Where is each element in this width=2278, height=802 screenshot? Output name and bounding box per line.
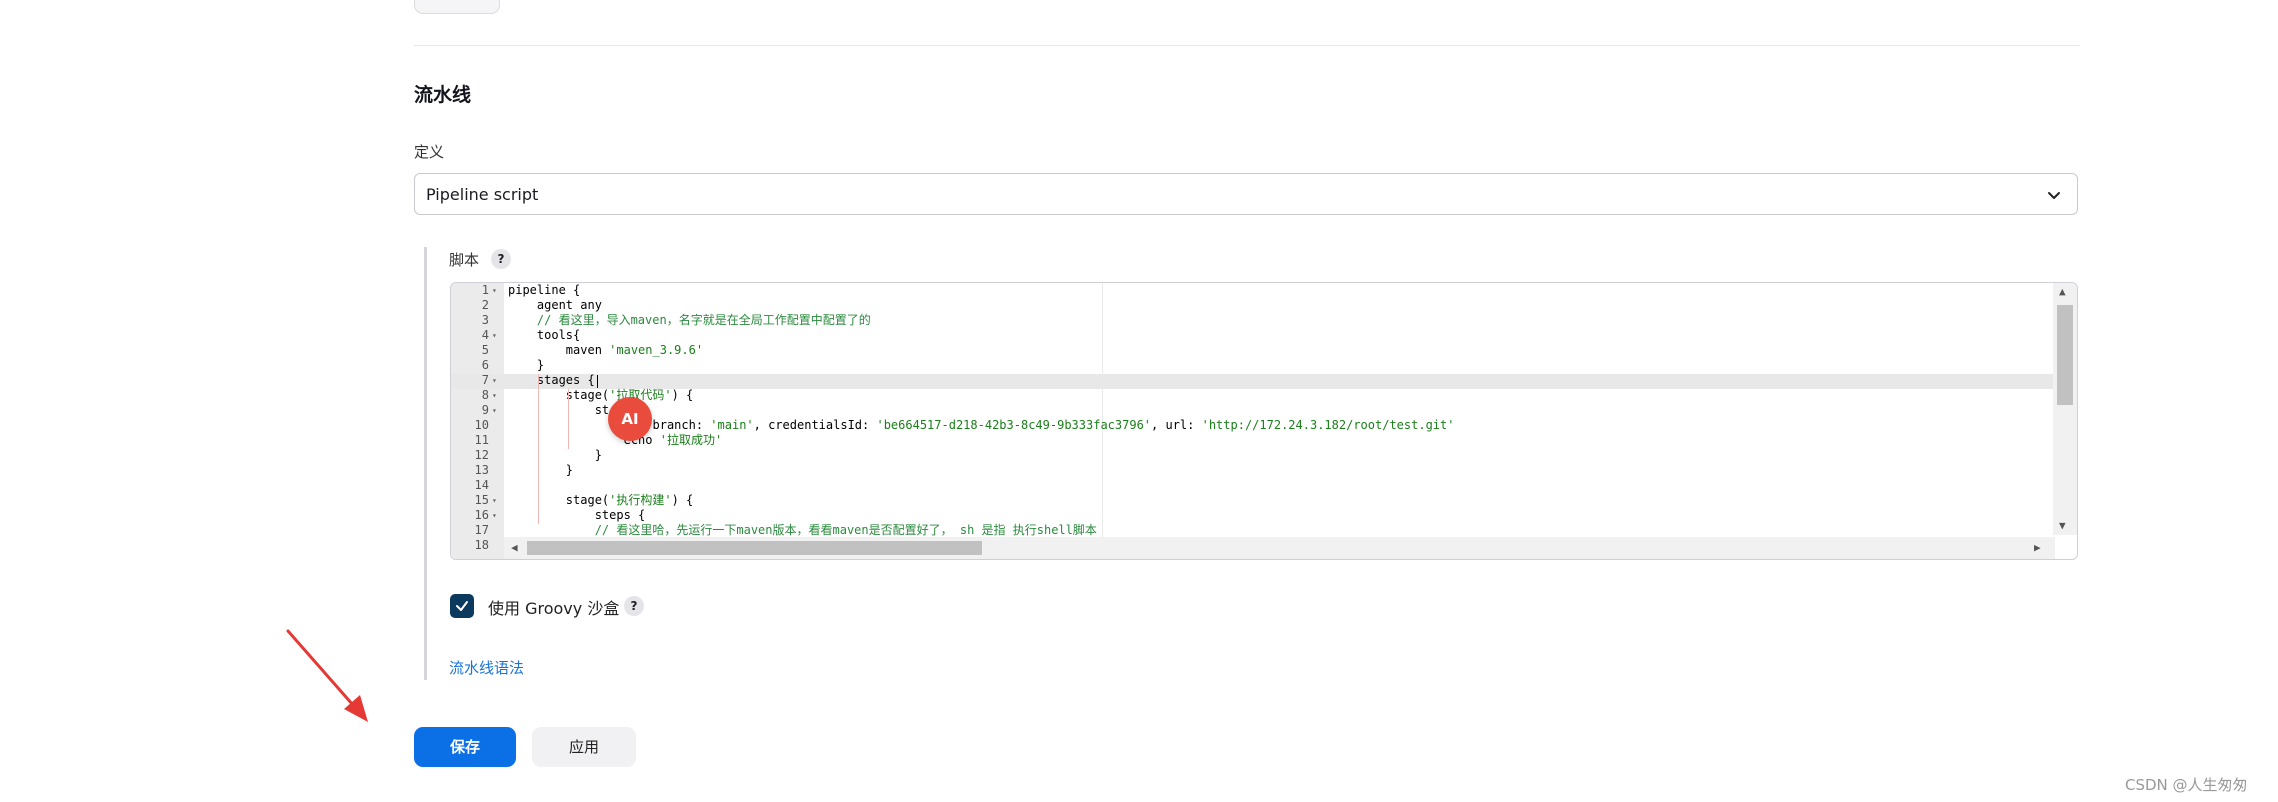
code-text: } <box>508 358 545 372</box>
code-text: pipeline { <box>508 283 581 297</box>
script-help-icon[interactable]: ? <box>491 249 511 269</box>
fold-arrow-icon[interactable]: ▾ <box>492 283 497 298</box>
fold-arrow-icon[interactable]: ▾ <box>492 328 497 343</box>
line-number: 7 <box>481 373 489 387</box>
code-line[interactable]: 11 echo '拉取成功' <box>451 433 2055 448</box>
checkmark-icon <box>456 601 468 611</box>
code-line[interactable]: 4 ▾ tools{ <box>451 328 2055 343</box>
apply-button[interactable]: 应用 <box>532 727 636 767</box>
indent-guide <box>538 374 539 524</box>
vertical-scroll-thumb[interactable] <box>2057 305 2073 405</box>
line-number: 12 <box>474 448 489 462</box>
code-text: maven 'maven_3.9.6' <box>508 343 704 357</box>
code-text: // 看这里哈，先运行一下maven版本，看看maven是否配置好了， sh 是… <box>594 523 1097 537</box>
code-line[interactable]: 3 // 看这里，导入maven，名字就是在全局工作配置中配置了的 <box>451 313 2055 328</box>
line-number: 13 <box>474 463 489 477</box>
code-text: tools{ <box>508 328 581 342</box>
fold-arrow-icon[interactable]: ▾ <box>492 388 497 403</box>
line-number: 1 <box>481 283 489 297</box>
editor-horizontal-scrollbar[interactable]: ◀ ▶ <box>504 537 2055 559</box>
code-line[interactable]: 17 // 看这里哈，先运行一下maven版本，看看maven是否配置好了， s… <box>451 523 2055 538</box>
code-line[interactable]: 2 agent any <box>451 298 2055 313</box>
indent-guide <box>568 389 569 449</box>
line-number: 3 <box>481 313 489 327</box>
sandbox-help-icon[interactable]: ? <box>624 596 644 616</box>
line-number: 2 <box>481 298 489 312</box>
line-number: 11 <box>474 433 489 447</box>
line-number: 9 <box>481 403 489 417</box>
fold-arrow-icon[interactable]: ▾ <box>492 403 497 418</box>
code-text: // 看这里，导入maven，名字就是在全局工作配置中配置了的 <box>536 313 871 327</box>
code-line[interactable]: 16 ▾ steps { <box>451 508 2055 523</box>
code-line[interactable]: 15 ▾ stage('执行构建') { <box>451 493 2055 508</box>
line-number: 16 <box>474 508 489 522</box>
definition-label: 定义 <box>414 143 445 161</box>
pipeline-syntax-link[interactable]: 流水线语法 <box>449 657 524 678</box>
line-number: 8 <box>481 388 489 402</box>
line-number: 18 <box>474 538 489 552</box>
code-text: } <box>508 463 574 477</box>
groovy-sandbox-label: 使用 Groovy 沙盒 <box>488 599 620 618</box>
definition-select[interactable]: Pipeline script <box>414 173 2078 215</box>
line-number: 15 <box>474 493 489 507</box>
horizontal-scroll-thumb[interactable] <box>527 541 982 555</box>
section-title: 流水线 <box>414 84 472 106</box>
editor-vertical-scrollbar[interactable]: ▲ ▼ <box>2053 283 2077 535</box>
scroll-up-arrow-icon[interactable]: ▲ <box>2059 285 2066 298</box>
code-text: st <box>508 403 610 417</box>
code-line[interactable]: 6 } <box>451 358 2055 373</box>
code-line[interactable]: 9 ▾ st <box>451 403 2055 418</box>
scroll-right-arrow-icon[interactable]: ▶ <box>2034 541 2041 554</box>
code-text: stages { <box>508 373 595 387</box>
scroll-left-arrow-icon[interactable]: ◀ <box>511 541 518 554</box>
code-text: agent any <box>508 298 602 312</box>
line-number: 4 <box>481 328 489 342</box>
line-number: 6 <box>481 358 489 372</box>
line-number: 10 <box>474 418 489 432</box>
code-text: stage('拉取代码') { <box>508 388 694 402</box>
code-line[interactable]: 13 } <box>451 463 2055 478</box>
code-line[interactable]: 12 } <box>451 448 2055 463</box>
code-text: stage('执行构建') { <box>508 493 694 507</box>
script-label: 脚本 <box>449 251 480 269</box>
groovy-sandbox-checkbox[interactable] <box>450 594 474 618</box>
chevron-down-icon <box>2048 192 2060 199</box>
code-line[interactable]: 1 ▾ pipeline { <box>451 283 2055 298</box>
script-editor[interactable]: 1 ▾ pipeline {2 agent any 3 // 看这里，导入maven，… <box>450 282 2078 560</box>
code-text: steps { <box>508 508 646 522</box>
scroll-down-arrow-icon[interactable]: ▼ <box>2059 519 2066 532</box>
fold-arrow-icon[interactable]: ▾ <box>492 493 497 508</box>
save-button[interactable]: 保存 <box>414 727 516 767</box>
code-line[interactable]: 10 branch: 'main', credentialsId: 'be664… <box>451 418 2055 433</box>
ai-assistant-button[interactable]: AI <box>608 397 652 441</box>
nested-section-bar <box>424 247 427 680</box>
code-line[interactable]: 14 <box>451 478 2055 493</box>
code-text: } <box>508 448 602 462</box>
annotation-arrow-icon <box>286 629 368 722</box>
code-line[interactable]: 5 maven 'maven_3.9.6' <box>451 343 2055 358</box>
fold-arrow-icon[interactable]: ▾ <box>492 373 497 388</box>
previous-section-button[interactable] <box>414 0 500 14</box>
text-cursor <box>597 375 598 388</box>
line-number: 17 <box>474 523 489 537</box>
code-line[interactable]: 7 ▾ stages { <box>451 373 2055 388</box>
code-line[interactable]: 8 ▾ stage('拉取代码') { <box>451 388 2055 403</box>
definition-select-value: Pipeline script <box>426 185 539 204</box>
watermark: CSDN @人生匆匆 <box>2125 776 2248 794</box>
section-divider <box>414 45 2080 46</box>
line-number: 14 <box>474 478 489 492</box>
line-number: 5 <box>481 343 489 357</box>
fold-arrow-icon[interactable]: ▾ <box>492 508 497 523</box>
